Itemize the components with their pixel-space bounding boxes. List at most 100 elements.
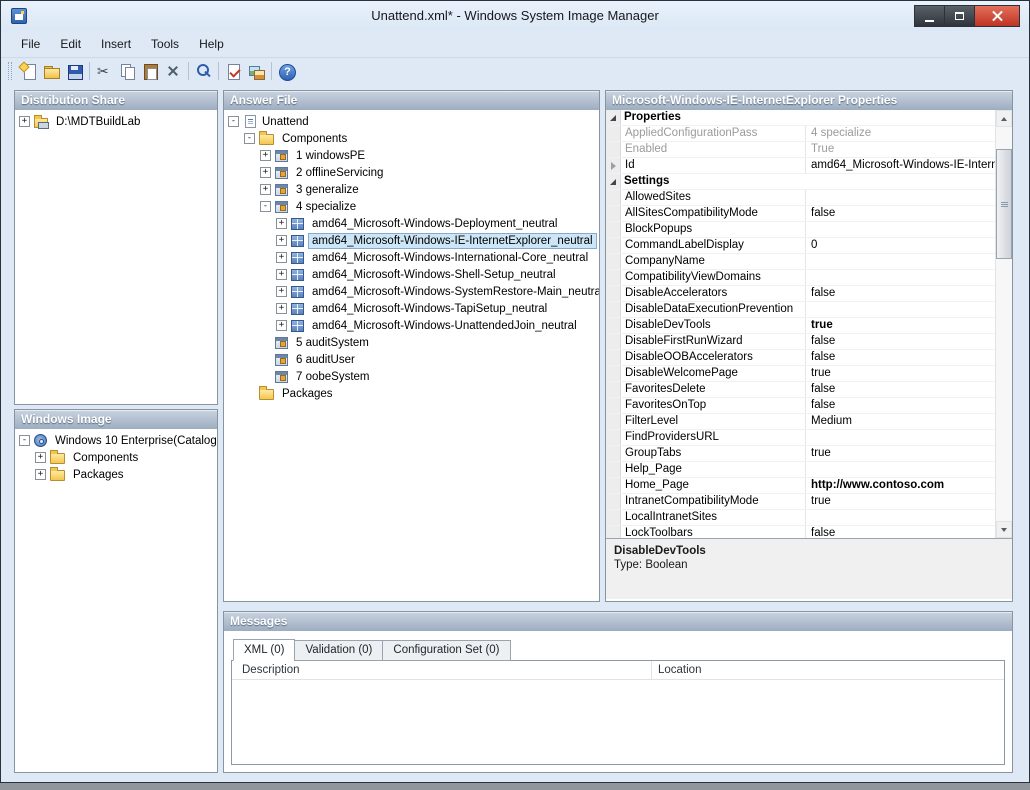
property-row[interactable]: EnabledTrue [606, 142, 995, 158]
property-value[interactable]: true [806, 446, 995, 461]
property-row[interactable]: DisableDataExecutionPrevention [606, 302, 995, 318]
property-row[interactable]: CompatibilityViewDomains [606, 270, 995, 286]
minimize-button[interactable] [914, 5, 944, 27]
tree-item[interactable]: 7 oobeSystem [224, 368, 599, 385]
property-value[interactable]: true [806, 494, 995, 509]
tree-item[interactable]: +D:\MDTBuildLab [15, 113, 217, 130]
menu-item-file[interactable]: File [11, 33, 50, 55]
maximize-button[interactable] [944, 5, 974, 27]
property-value[interactable]: false [806, 382, 995, 397]
property-row[interactable]: AllSitesCompatibilityModefalse [606, 206, 995, 222]
tree-expand-icon[interactable]: + [35, 469, 46, 480]
property-row[interactable]: AllowedSites [606, 190, 995, 206]
tree-collapse-icon[interactable]: - [19, 435, 30, 446]
property-value[interactable]: 0 [806, 238, 995, 253]
tree-expand-icon[interactable]: + [276, 252, 287, 263]
tree-expand-icon[interactable]: + [19, 116, 30, 127]
property-row[interactable]: DisableAcceleratorsfalse [606, 286, 995, 302]
property-value[interactable]: Medium [806, 414, 995, 429]
tree-expand-icon[interactable]: + [276, 218, 287, 229]
tree-item[interactable]: +amd64_Microsoft-Windows-Deployment_neut… [224, 215, 599, 232]
property-value[interactable]: True [806, 142, 995, 157]
new-answer-file-button[interactable] [17, 60, 40, 83]
property-row[interactable]: IntranetCompatibilityModetrue [606, 494, 995, 510]
find-button[interactable] [192, 60, 215, 83]
property-value[interactable]: false [806, 334, 995, 349]
tree-expand-icon[interactable]: + [260, 150, 271, 161]
tree-item[interactable]: Packages [224, 385, 599, 402]
property-value[interactable]: false [806, 286, 995, 301]
cut-button[interactable] [93, 60, 116, 83]
property-row[interactable]: FindProvidersURL [606, 430, 995, 446]
property-value[interactable]: false [806, 206, 995, 221]
scroll-down-button[interactable] [996, 521, 1012, 538]
tree-collapse-icon[interactable]: - [244, 133, 255, 144]
tree-expand-icon[interactable]: + [260, 167, 271, 178]
paste-button[interactable] [139, 60, 162, 83]
tree-expand-icon[interactable]: + [276, 286, 287, 297]
tree-expand-icon[interactable]: + [276, 235, 287, 246]
tree-item[interactable]: +amd64_Microsoft-Windows-UnattendedJoin_… [224, 317, 599, 334]
property-value[interactable] [806, 190, 995, 205]
property-row[interactable]: DisableFirstRunWizardfalse [606, 334, 995, 350]
toolbar-grip[interactable] [8, 62, 12, 80]
property-value[interactable] [806, 254, 995, 269]
tree-item[interactable]: -Components [224, 130, 599, 147]
tree-item[interactable]: +amd64_Microsoft-Windows-IE-InternetExpl… [224, 232, 599, 249]
tree-expand-icon[interactable]: + [276, 320, 287, 331]
property-section-row[interactable]: Properties [606, 110, 995, 126]
tree-item[interactable]: +Components [15, 449, 217, 466]
tree-item[interactable]: -4 specialize [224, 198, 599, 215]
tab-xml[interactable]: XML (0) [233, 639, 295, 661]
help-button[interactable] [275, 60, 298, 83]
property-row[interactable]: FavoritesDeletefalse [606, 382, 995, 398]
tab-configuration[interactable]: Configuration Set (0) [382, 640, 510, 661]
scrollbar-track[interactable] [996, 127, 1012, 521]
property-row[interactable]: LockToolbarsfalse [606, 526, 995, 538]
property-value[interactable] [806, 430, 995, 445]
property-row[interactable]: Home_Pagehttp://www.contoso.com [606, 478, 995, 494]
menu-item-tools[interactable]: Tools [141, 33, 189, 55]
property-row[interactable]: LocalIntranetSites [606, 510, 995, 526]
open-answer-file-button[interactable] [40, 60, 63, 83]
tree-item[interactable]: +amd64_Microsoft-Windows-TapiSetup_neutr… [224, 300, 599, 317]
menu-item-insert[interactable]: Insert [91, 33, 141, 55]
tree-item[interactable]: +3 generalize [224, 181, 599, 198]
tree-item[interactable]: -Unattend [224, 113, 599, 130]
tree-item[interactable]: +amd64_Microsoft-Windows-Shell-Setup_neu… [224, 266, 599, 283]
property-value[interactable] [806, 462, 995, 477]
property-row[interactable]: CompanyName [606, 254, 995, 270]
column-header-description[interactable]: Description [232, 661, 652, 679]
property-row[interactable]: DisableDevToolstrue [606, 318, 995, 334]
property-row[interactable]: DisableOOBAcceleratorsfalse [606, 350, 995, 366]
tree-item[interactable]: +Packages [15, 466, 217, 483]
menu-item-edit[interactable]: Edit [50, 33, 91, 55]
property-row[interactable]: FilterLevelMedium [606, 414, 995, 430]
tree-item[interactable]: +amd64_Microsoft-Windows-International-C… [224, 249, 599, 266]
tree-item[interactable]: 6 auditUser [224, 351, 599, 368]
create-configuration-set-button[interactable] [245, 60, 268, 83]
tree-item[interactable]: 5 auditSystem [224, 334, 599, 351]
property-value[interactable] [806, 302, 995, 317]
tree-expand-icon[interactable]: + [276, 303, 287, 314]
property-value[interactable]: amd64_Microsoft-Windows-IE-InternetExplo… [806, 158, 995, 173]
property-row[interactable]: FavoritesOnTopfalse [606, 398, 995, 414]
tree-collapse-icon[interactable]: - [260, 201, 271, 212]
property-row[interactable]: Help_Page [606, 462, 995, 478]
tree-item[interactable]: +2 offlineServicing [224, 164, 599, 181]
property-value[interactable]: true [806, 366, 995, 381]
scrollbar-thumb[interactable] [996, 149, 1012, 259]
property-value[interactable]: false [806, 350, 995, 365]
properties-scrollbar[interactable] [995, 110, 1012, 538]
tree-item[interactable]: -Windows 10 Enterprise(Catalog) [15, 432, 217, 449]
close-button[interactable] [974, 5, 1020, 27]
property-section-row[interactable]: Settings [606, 174, 995, 190]
tree-collapse-icon[interactable]: - [228, 116, 239, 127]
column-header-location[interactable]: Location [652, 661, 1004, 679]
tree-expand-icon[interactable]: + [260, 184, 271, 195]
copy-button[interactable] [116, 60, 139, 83]
property-row[interactable]: DisableWelcomePagetrue [606, 366, 995, 382]
property-value[interactable] [806, 510, 995, 525]
validate-answer-file-button[interactable] [222, 60, 245, 83]
property-value[interactable]: 4 specialize [806, 126, 995, 141]
